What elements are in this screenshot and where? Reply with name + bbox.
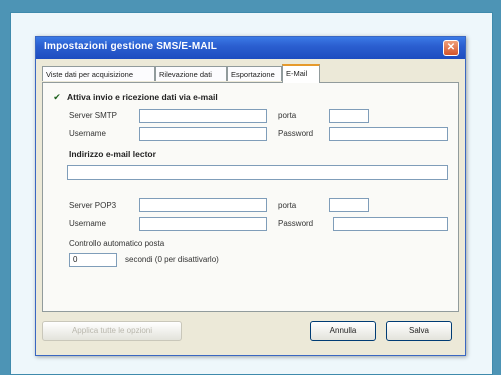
smtp-port-input[interactable]	[329, 109, 369, 123]
pop3-port-label: porta	[278, 201, 297, 210]
pop3-username-input[interactable]	[139, 217, 267, 231]
settings-dialog: Impostazioni gestione SMS/E-MAIL ✕ Viste…	[35, 36, 466, 356]
apply-all-button[interactable]: Applica tutte le opzioni	[42, 321, 182, 341]
save-button[interactable]: Salva	[386, 321, 452, 341]
address-section-label: Indirizzo e-mail lector	[69, 149, 156, 159]
pop3-password-label: Password	[278, 219, 314, 228]
smtp-username-label: Username	[69, 129, 106, 138]
tab-rilevazione-dati[interactable]: Rilevazione dati	[155, 66, 227, 81]
auto-check-label: Controllo automatico posta	[69, 239, 165, 248]
smtp-server-label: Server SMTP	[69, 111, 118, 120]
cancel-button[interactable]: Annulla	[310, 321, 376, 341]
pop3-port-input[interactable]	[329, 198, 369, 212]
enable-email-label: Attiva invio e ricezione dati via e-mail	[67, 92, 218, 102]
tab-viste-dati[interactable]: Viste dati per acquisizione	[42, 66, 155, 81]
enable-email-checkbox[interactable]: ✔	[52, 92, 62, 102]
smtp-username-input[interactable]	[139, 127, 267, 141]
pop3-server-label: Server POP3	[69, 201, 117, 210]
smtp-password-input[interactable]	[329, 127, 448, 141]
pop3-username-label: Username	[69, 219, 106, 228]
email-tab-page: ✔ Attiva invio e ricezione dati via e-ma…	[42, 82, 459, 312]
tab-email[interactable]: E-Mail	[282, 64, 320, 83]
smtp-password-label: Password	[278, 129, 314, 138]
interval-suffix-label: secondi (0 per disattivarlo)	[125, 255, 219, 264]
smtp-server-input[interactable]	[139, 109, 267, 123]
email-address-input[interactable]	[67, 165, 448, 180]
close-icon[interactable]: ✕	[443, 40, 459, 56]
tab-esportazione[interactable]: Esportazione	[227, 66, 282, 81]
pop3-password-input[interactable]	[333, 217, 448, 231]
pop3-server-input[interactable]	[139, 198, 267, 212]
title-bar[interactable]: Impostazioni gestione SMS/E-MAIL ✕	[36, 37, 465, 59]
window-title: Impostazioni gestione SMS/E-MAIL	[44, 41, 218, 52]
tab-strip: Viste dati per acquisizione Rilevazione …	[42, 64, 459, 83]
smtp-port-label: porta	[278, 111, 297, 120]
interval-input[interactable]: 0	[69, 253, 117, 267]
